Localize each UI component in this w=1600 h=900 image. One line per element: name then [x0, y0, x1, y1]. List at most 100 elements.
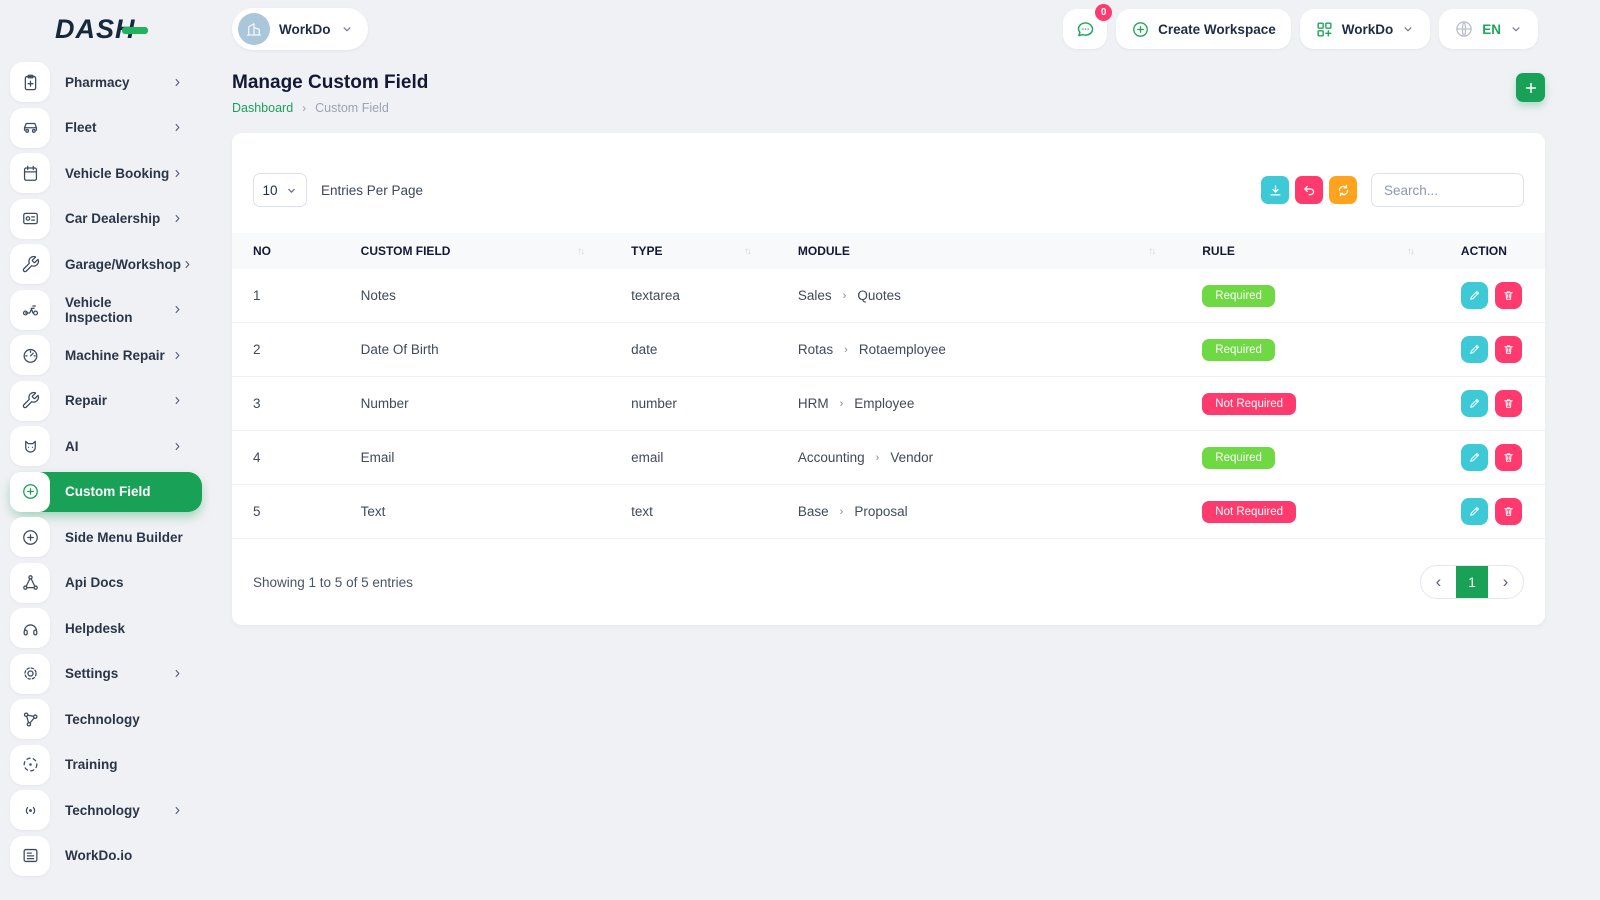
cell-type: date [610, 323, 777, 377]
pagination: ‹ 1 › [1420, 565, 1524, 599]
logo-dash-bar [122, 27, 148, 34]
trash-icon [1502, 397, 1515, 410]
pagination-prev-button[interactable]: ‹ [1421, 566, 1456, 598]
sidebar-item-technology[interactable]: Technology [10, 699, 202, 739]
create-workspace-button[interactable]: Create Workspace [1116, 9, 1291, 49]
plus-icon [1523, 80, 1539, 96]
chevron-right-icon [171, 76, 184, 89]
cell-no: 2 [232, 323, 340, 377]
module-child: Vendor [890, 450, 933, 465]
column-header-label: ACTION [1461, 244, 1507, 258]
broadcast-icon [10, 790, 50, 830]
sidebar-item-label: Side Menu Builder [65, 530, 183, 545]
sidebar-item-label: Vehicle Booking [65, 166, 169, 181]
delete-button[interactable] [1495, 336, 1522, 363]
headphones-icon [10, 608, 50, 648]
sort-icon: ↑↓ [577, 246, 583, 257]
edit-button[interactable] [1461, 336, 1488, 363]
breadcrumb-dashboard-link[interactable]: Dashboard [232, 101, 293, 115]
cell-action [1461, 444, 1524, 471]
sidebar-item-helpdesk[interactable]: Helpdesk [10, 608, 202, 648]
sidebar-item-label: AI [65, 439, 79, 454]
app-logo[interactable]: DASH [0, 14, 210, 45]
cell-action [1461, 390, 1524, 417]
module-child: Quotes [857, 288, 901, 303]
sidebar-item-settings[interactable]: Settings [10, 654, 202, 694]
table-header-row: NOCUSTOM FIELD↑↓TYPE↑↓MODULE↑↓RULE↑↓ACTI… [232, 233, 1545, 269]
undo-button[interactable] [1295, 176, 1323, 204]
sidebar-item-label: Machine Repair [65, 348, 165, 363]
table-row: 2Date Of BirthdateRotas›RotaemployeeRequ… [232, 323, 1545, 377]
messages-button[interactable]: 0 [1063, 9, 1107, 49]
chevron-right-icon: › [843, 290, 847, 302]
chevron-right-icon: › [840, 398, 844, 410]
entries-per-page-select[interactable]: 10 [253, 173, 307, 207]
sidebar-item-custom-field[interactable]: Custom Field [10, 472, 202, 512]
chevron-right-icon [171, 121, 184, 134]
edit-button[interactable] [1461, 282, 1488, 309]
delete-button[interactable] [1495, 444, 1522, 471]
pagination-next-button[interactable]: › [1488, 566, 1523, 598]
search-input[interactable] [1371, 173, 1524, 207]
sidebar-item-label: Training [65, 757, 118, 772]
column-header-custom-field[interactable]: CUSTOM FIELD↑↓ [340, 233, 610, 269]
sidebar-item-repair[interactable]: Repair [10, 381, 202, 421]
workspace-selector[interactable]: WorkDo [232, 8, 368, 50]
cell-no: 5 [232, 485, 340, 539]
wrench-icon [10, 381, 50, 421]
column-header-label: TYPE [631, 244, 662, 258]
sidebar-item-vehicle-booking[interactable]: Vehicle Booking [10, 153, 202, 193]
sidebar-item-workdo-io[interactable]: WorkDo.io [10, 836, 202, 876]
sidebar-item-technology[interactable]: Technology [10, 790, 202, 830]
chevron-right-icon [181, 258, 194, 271]
sidebar: Pharmacy Fleet Vehicle Booking Car Dealersh… [0, 58, 210, 900]
sidebar-item-api-docs[interactable]: Api Docs [10, 563, 202, 603]
module-child: Proposal [854, 504, 907, 519]
hub-icon [10, 699, 50, 739]
showing-entries-text: Showing 1 to 5 of 5 entries [253, 575, 413, 590]
chevron-down-icon [340, 22, 354, 36]
chevron-right-icon [171, 440, 184, 453]
sidebar-item-side-menu-builder[interactable]: Side Menu Builder [10, 517, 202, 557]
edit-button[interactable] [1461, 444, 1488, 471]
sort-icon: ↑↓ [1148, 246, 1154, 257]
column-header-module[interactable]: MODULE ↑↓ [777, 233, 1181, 269]
edit-button[interactable] [1461, 390, 1488, 417]
delete-button[interactable] [1495, 498, 1522, 525]
sidebar-item-car-dealership[interactable]: Car Dealership [10, 199, 202, 239]
sidebar-item-label: Garage/Workshop [65, 257, 181, 272]
refresh-button[interactable] [1329, 176, 1357, 204]
add-custom-field-button[interactable] [1516, 73, 1545, 102]
apps-dropdown-button[interactable]: WorkDo [1300, 9, 1431, 49]
cell-type: textarea [610, 269, 777, 323]
sidebar-item-vehicle-inspection[interactable]: Vehicle Inspection [10, 290, 202, 330]
chevron-down-icon [1401, 22, 1415, 36]
workspace-name: WorkDo [279, 22, 331, 37]
sidebar-item-fleet[interactable]: Fleet [10, 108, 202, 148]
chevron-right-icon [171, 167, 184, 180]
chevron-right-icon [171, 303, 184, 316]
sidebar-item-garage-workshop[interactable]: Garage/Workshop [10, 244, 202, 284]
module-child: Rotaemployee [859, 342, 946, 357]
sidebar-item-ai[interactable]: AI [10, 426, 202, 466]
sidebar-item-training[interactable]: Training [10, 745, 202, 785]
column-header-label: MODULE [798, 244, 850, 258]
chevron-right-icon [171, 394, 184, 407]
edit-button[interactable] [1461, 498, 1488, 525]
language-selector[interactable]: EN [1439, 9, 1538, 49]
sidebar-item-pharmacy[interactable]: Pharmacy [10, 62, 202, 102]
delete-button[interactable] [1495, 282, 1522, 309]
pagination-page-1-button[interactable]: 1 [1456, 566, 1488, 598]
globe-icon [1454, 19, 1474, 39]
calendar-icon [10, 153, 50, 193]
column-header-rule[interactable]: RULE↑↓ [1181, 233, 1440, 269]
sidebar-item-label: Helpdesk [65, 621, 125, 636]
sidebar-item-machine-repair[interactable]: Machine Repair [10, 335, 202, 375]
column-header-type[interactable]: TYPE↑↓ [610, 233, 777, 269]
table-controls: 10 Entries Per Page [232, 173, 1545, 207]
pencil-icon [1468, 397, 1481, 410]
export-button[interactable] [1261, 176, 1289, 204]
delete-button[interactable] [1495, 390, 1522, 417]
trash-icon [1502, 289, 1515, 302]
motorcycle-icon [10, 290, 50, 330]
